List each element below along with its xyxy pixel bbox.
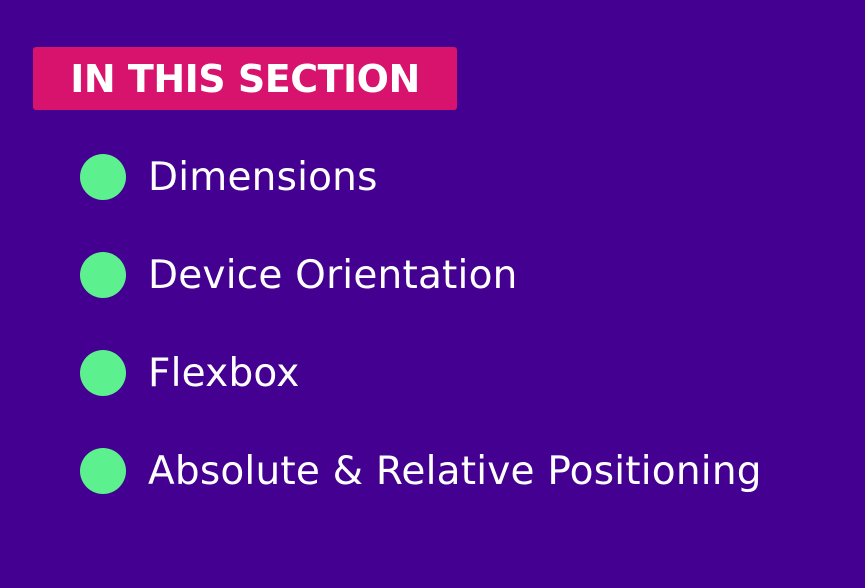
slide-background: IN THIS SECTION Dimensions Device Orient… <box>0 0 865 588</box>
topic-label: Device Orientation <box>148 252 518 298</box>
list-item: Flexbox <box>80 348 300 398</box>
topic-label: Dimensions <box>148 154 378 200</box>
bullet-dot-icon <box>80 448 126 494</box>
bullet-dot-icon <box>80 154 126 200</box>
bullet-dot-icon <box>80 252 126 298</box>
list-item: Dimensions <box>80 152 378 202</box>
topic-list: Dimensions Device Orientation Flexbox Ab… <box>0 0 865 588</box>
bullet-dot-icon <box>80 350 126 396</box>
topic-label: Flexbox <box>148 350 300 396</box>
topic-label: Absolute & Relative Positioning <box>148 448 762 494</box>
list-item: Absolute & Relative Positioning <box>80 446 762 496</box>
list-item: Device Orientation <box>80 250 518 300</box>
